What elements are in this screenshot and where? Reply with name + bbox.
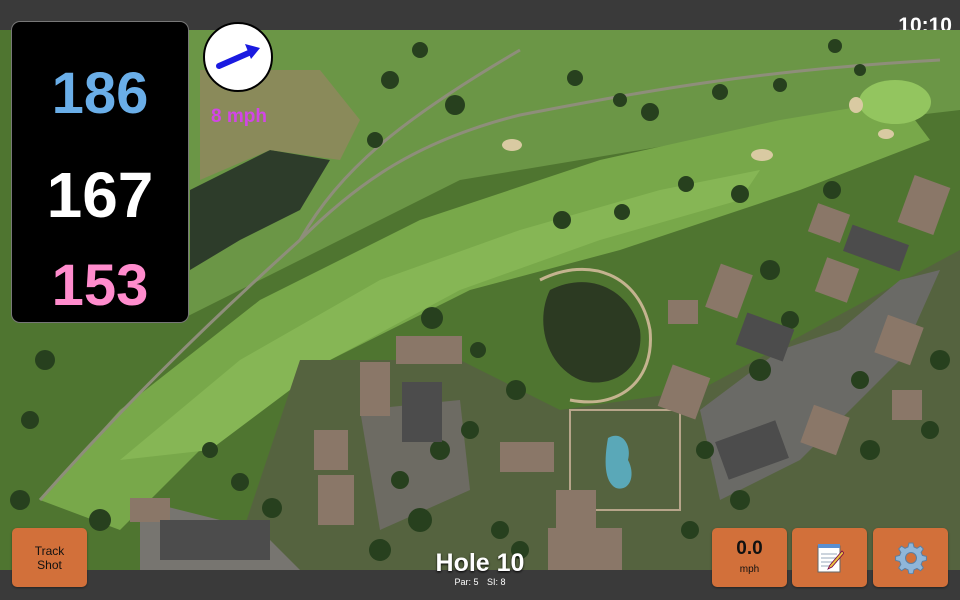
hole-stroke-index: SI: 8 [487,577,506,587]
front-distance: 153 [51,253,149,318]
settings-button[interactable] [873,528,948,587]
hole-title: Hole 10 [435,549,525,577]
back-distance: 186 [51,61,149,126]
speed-value: 0.0 [736,538,763,559]
speed-unit: mph [739,564,760,575]
notes-button[interactable] [792,528,867,587]
track-shot-button[interactable]: Track Shot [12,528,87,587]
arrow-icon [216,44,260,69]
hole-meta: Par: 5 SI: 8 [380,577,580,588]
speed-button[interactable]: 0.0 mph [712,528,787,587]
middle-distance: 167 [46,159,154,231]
track-shot-label-line2: Shot [37,558,62,572]
track-shot-label-line1: Track [34,544,65,558]
wind-indicator[interactable] [203,22,273,92]
distance-panel: 186 167 153 [12,22,188,322]
hole-par: Par: 5 [454,577,479,587]
notepad-icon [817,544,844,573]
gear-icon [895,542,927,574]
wind-speed-label: 8 mph [211,106,267,127]
